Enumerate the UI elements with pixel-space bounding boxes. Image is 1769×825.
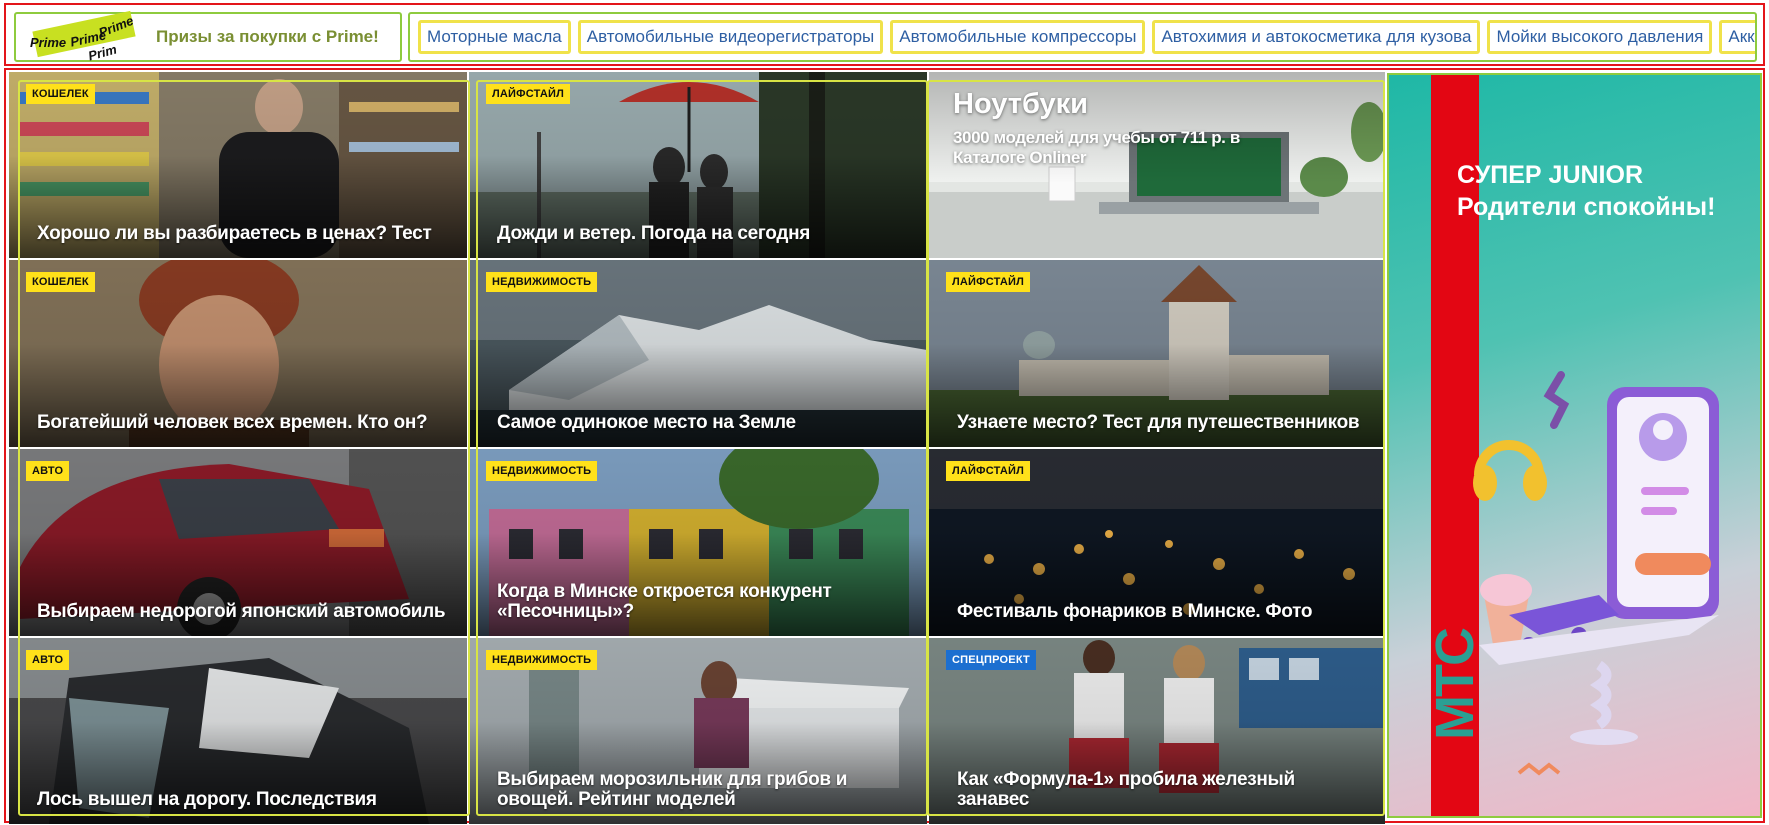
news-tile[interactable]: АВТО Выбираем недорогой японский автомоб… — [9, 449, 467, 636]
news-tile[interactable]: ЛАЙФСТАЙЛ Узнаете место? Тест для путеше… — [929, 260, 1385, 447]
news-tile[interactable]: КОШЕЛЕК Хорошо ли вы разбираетесь в цена… — [9, 72, 467, 258]
category-link[interactable]: Автомобильные компрессоры — [890, 20, 1146, 54]
category-badge: АВТО — [26, 461, 70, 481]
news-tile[interactable]: СПЕЦПРОЕКТ Как «Формула-1» пробила желез… — [929, 638, 1385, 824]
news-grid: КОШЕЛЕК Хорошо ли вы разбираетесь в цена… — [9, 72, 1385, 824]
news-tile[interactable]: ЛАЙФСТАЙЛ Дожди и ветер. Погода на сегод… — [469, 72, 927, 258]
prime-link[interactable]: Призы за покупки с Prime! — [156, 27, 379, 47]
category-link[interactable]: Моторные масла — [418, 20, 571, 54]
category-badge: ЛАЙФСТАЙЛ — [486, 84, 571, 104]
category-badge: ЛАЙФСТАЙЛ — [946, 272, 1031, 292]
ad-illustration — [1473, 371, 1719, 776]
category-link[interactable]: Автохимия и автокосметика для кузова — [1152, 20, 1481, 54]
category-badge: НЕДВИЖИМОСТЬ — [486, 461, 598, 481]
promo-tile[interactable]: Ноутбуки 3000 моделей для учебы от 711 р… — [929, 72, 1385, 258]
category-badge: ЛАЙФСТАЙЛ — [946, 461, 1031, 481]
news-tile[interactable]: НЕДВИЖИМОСТЬ Выбираем морозильник для гр… — [469, 638, 927, 824]
promo-title[interactable]: Ноутбуки — [953, 88, 1088, 121]
news-tile[interactable]: АВТО Лось вышел на дорогу. Последствия — [9, 638, 467, 824]
news-section: КОШЕЛЕК Хорошо ли вы разбираетесь в цена… — [4, 68, 1765, 824]
category-badge: СПЕЦПРОЕКТ — [946, 650, 1036, 670]
news-headline[interactable]: Лось вышел на дорогу. Последствия — [37, 790, 447, 810]
category-badge: КОШЕЛЕК — [26, 84, 95, 104]
news-headline[interactable]: Узнаете место? Тест для путешественников — [957, 413, 1365, 433]
category-link[interactable]: Автомобильные видеорегистраторы — [577, 20, 884, 54]
prime-promo[interactable]: Prime Prime Prime Prim Призы за покупки … — [14, 10, 402, 63]
category-badge: НЕДВИЖИМОСТЬ — [486, 650, 598, 670]
category-strip: Моторные масла Автомобильные видеорегист… — [408, 12, 1757, 62]
promo-subtitle: 3000 моделей для учебы от 711 р. в Катал… — [953, 128, 1240, 167]
news-tile[interactable]: НЕДВИЖИМОСТЬ Когда в Минске откроется ко… — [469, 449, 927, 636]
news-headline[interactable]: Самое одинокое место на Земле — [497, 413, 907, 433]
category-badge: КОШЕЛЕК — [26, 272, 95, 292]
prime-logo-word: Prime — [30, 35, 67, 50]
ad-banner[interactable]: МТС СУПЕР JUNIOR Родители спокойны! — [1387, 73, 1762, 818]
news-headline[interactable]: Выбираем морозильник для грибов и овощей… — [497, 770, 907, 810]
news-tile[interactable]: КОШЕЛЕК Богатейший человек всех времен. … — [9, 260, 467, 447]
news-headline[interactable]: Фестиваль фонариков в Минске. Фото — [957, 602, 1365, 622]
news-headline[interactable]: Как «Формула-1» пробила железный занавес — [957, 770, 1365, 810]
category-badge: АВТО — [26, 650, 70, 670]
news-headline[interactable]: Дожди и ветер. Погода на сегодня — [497, 224, 907, 244]
news-headline[interactable]: Богатейший человек всех времен. Кто он? — [37, 413, 447, 433]
news-headline[interactable]: Выбираем недорогой японский автомобиль — [37, 602, 447, 622]
news-headline[interactable]: Когда в Минске откроется конкурент «Песо… — [497, 582, 907, 622]
category-link[interactable]: Мойки высокого давления — [1487, 20, 1713, 54]
news-tile[interactable]: НЕДВИЖИМОСТЬ Самое одинокое место на Зем… — [469, 260, 927, 447]
category-badge: НЕДВИЖИМОСТЬ — [486, 272, 598, 292]
prime-logo: Prime Prime Prime Prim — [28, 10, 148, 63]
category-link[interactable]: Аккумуляторы — [1719, 20, 1755, 54]
top-bar: Prime Prime Prime Prim Призы за покупки … — [4, 3, 1765, 66]
news-tile[interactable]: ЛАЙФСТАЙЛ Фестиваль фонариков в Минске. … — [929, 449, 1385, 636]
news-headline[interactable]: Хорошо ли вы разбираетесь в ценах? Тест — [37, 224, 447, 244]
